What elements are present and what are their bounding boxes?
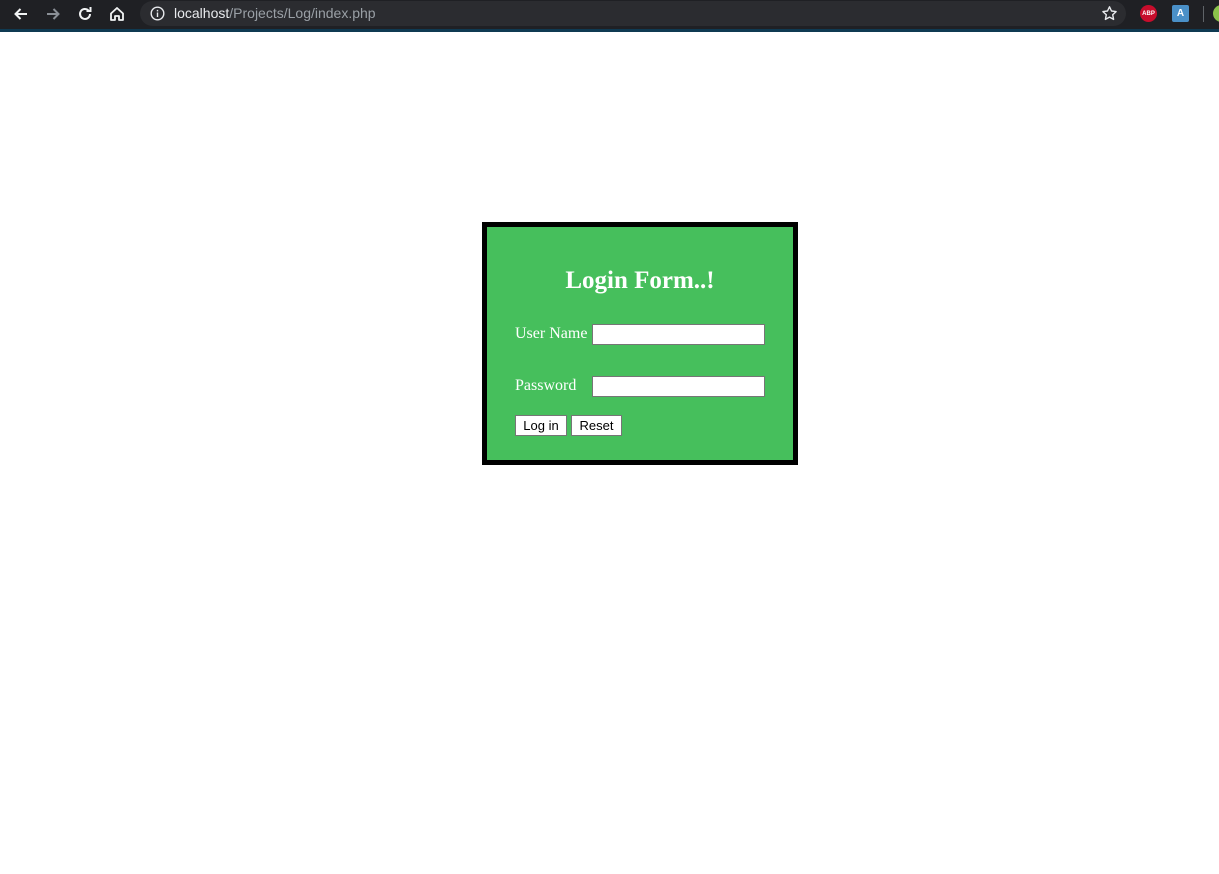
back-arrow-icon[interactable] (8, 2, 34, 26)
url-host: localhost (174, 5, 230, 21)
adblock-extension-icon[interactable]: ABP (1140, 5, 1157, 22)
address-bar[interactable]: localhost/Projects/Log/index.php (140, 1, 1126, 26)
url-path: /Projects/Log/index.php (229, 5, 376, 21)
login-button[interactable]: Log in (515, 415, 567, 436)
extension-icon[interactable] (1213, 5, 1219, 22)
username-label: User Name (515, 325, 588, 342)
login-form: Login Form..! User Name Password Log in … (482, 222, 798, 465)
home-icon[interactable] (104, 2, 130, 26)
password-input[interactable] (592, 376, 765, 397)
forward-arrow-icon[interactable] (40, 2, 66, 26)
reload-icon[interactable] (72, 2, 98, 26)
browser-toolbar: localhost/Projects/Log/index.php ABP A (0, 0, 1219, 32)
url-text[interactable]: localhost/Projects/Log/index.php (174, 5, 376, 21)
reset-button[interactable]: Reset (571, 415, 622, 436)
password-label: Password (515, 377, 577, 394)
form-title: Login Form..! (565, 267, 715, 294)
username-input[interactable] (592, 324, 765, 345)
info-icon[interactable] (150, 6, 165, 21)
extension-a-icon[interactable]: A (1172, 5, 1189, 22)
toolbar-divider (1203, 6, 1204, 22)
star-icon[interactable] (1101, 5, 1118, 22)
